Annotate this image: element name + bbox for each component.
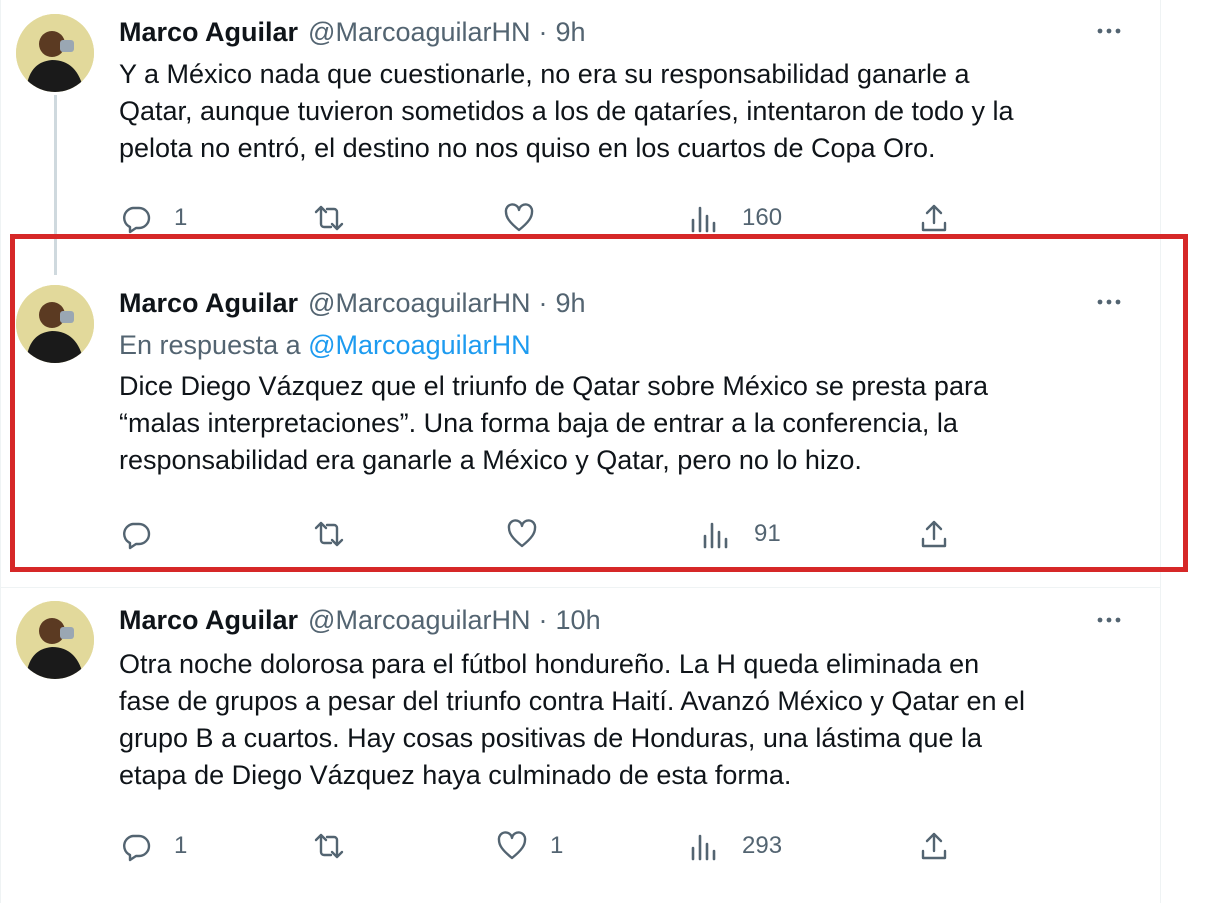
share-icon (918, 202, 950, 234)
tweet-text-line: Qatar, aunque tuvieron sometidos a los d… (119, 96, 1014, 126)
retweet-button[interactable] (313, 828, 367, 864)
tweet-actions: 1 1 293 (0, 828, 1160, 864)
reply-count: 1 (174, 204, 188, 231)
avatar[interactable] (16, 14, 94, 92)
reply-count: 1 (174, 832, 188, 859)
heart-icon (503, 202, 535, 234)
reply-button[interactable]: 1 (120, 200, 187, 236)
tweet-actions: 1 160 (0, 200, 1160, 236)
reply-button[interactable]: 1 (120, 828, 187, 864)
views-icon (688, 202, 720, 234)
tweet-text-line: Otra noche dolorosa para el fútbol hondu… (119, 649, 980, 679)
share-button[interactable] (918, 200, 950, 236)
tweet-header: Marco Aguilar @MarcoaguilarHN · 10h (119, 603, 601, 637)
share-button[interactable] (918, 828, 950, 864)
more-icon[interactable] (1093, 21, 1125, 41)
views-icon (688, 830, 720, 862)
views-button[interactable]: 160 (688, 200, 782, 236)
reply-icon (120, 830, 152, 862)
tweet-header: Marco Aguilar @MarcoaguilarHN · 9h (119, 15, 586, 49)
tweet-text: Y a México nada que cuestionarle, no era… (119, 56, 1139, 167)
like-button[interactable] (503, 200, 557, 236)
tweet-timestamp[interactable]: 10h (556, 605, 601, 636)
highlight-box (10, 234, 1188, 572)
tweet-text-line: etapa de Diego Vázquez haya culminado de… (119, 760, 792, 790)
separator-dot: · (538, 16, 548, 47)
tweet-text-line: grupo B a cuartos. Hay cosas positivas d… (119, 723, 982, 753)
retweet-button[interactable] (313, 200, 367, 236)
reply-icon (120, 202, 152, 234)
like-button[interactable]: 1 (496, 828, 563, 864)
views-button[interactable]: 293 (688, 828, 782, 864)
share-icon (918, 830, 950, 862)
tweet-text-line: Y a México nada que cuestionarle, no era… (119, 59, 970, 89)
tweet-text-line: fase de grupos a pesar del triunfo contr… (119, 686, 1026, 716)
tweet-separator (0, 587, 1160, 588)
more-icon[interactable] (1093, 610, 1125, 630)
views-count: 160 (742, 204, 783, 231)
retweet-icon (313, 830, 345, 862)
tweet-text: Otra noche dolorosa para el fútbol hondu… (119, 646, 1139, 794)
like-count: 1 (550, 832, 564, 859)
timeline-left-border (0, 0, 1, 903)
avatar[interactable] (16, 601, 94, 679)
author-handle[interactable]: @MarcoaguilarHN (308, 605, 530, 636)
author-name[interactable]: Marco Aguilar (119, 17, 298, 48)
author-handle[interactable]: @MarcoaguilarHN (308, 17, 530, 48)
author-name[interactable]: Marco Aguilar (119, 605, 298, 636)
tweet-timestamp[interactable]: 9h (556, 17, 586, 48)
retweet-icon (313, 202, 345, 234)
tweet-text-line: pelota no entró, el destino no nos quiso… (119, 133, 936, 163)
heart-icon (496, 830, 528, 862)
views-count: 293 (742, 832, 783, 859)
separator-dot: · (538, 604, 548, 635)
